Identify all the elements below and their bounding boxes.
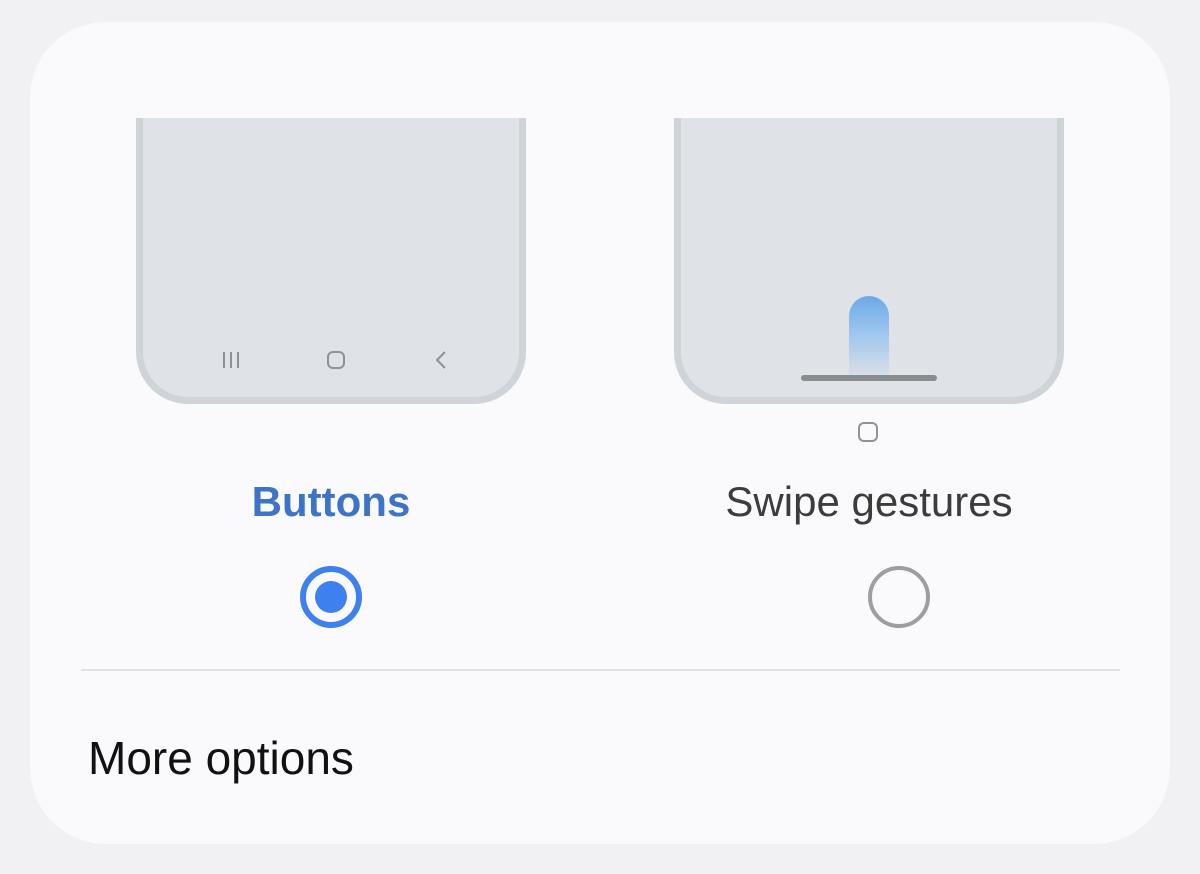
swipe-phone-preview [674,118,1064,404]
more-options-item[interactable]: More options [88,730,354,786]
gesture-handle-bar [801,375,937,381]
buttons-phone-preview [136,118,526,404]
home-hint-icon [858,422,878,442]
navigation-type-card: Buttons Swipe gestures More options [30,22,1170,844]
swipe-up-gesture-icon [849,296,889,380]
recents-icon [223,352,239,368]
buttons-option[interactable]: Buttons [136,22,526,662]
home-icon [327,351,345,369]
radio-selected-dot [315,581,347,613]
divider [81,669,1120,671]
navigation-bar-preview [143,345,519,375]
buttons-radio-button[interactable] [300,566,362,628]
swipe-gestures-radio-button[interactable] [868,566,930,628]
swipe-gestures-option-label: Swipe gestures [725,478,1013,525]
buttons-option-label: Buttons [251,478,411,525]
back-icon [435,351,446,369]
swipe-gestures-option[interactable]: Swipe gestures [674,22,1064,662]
